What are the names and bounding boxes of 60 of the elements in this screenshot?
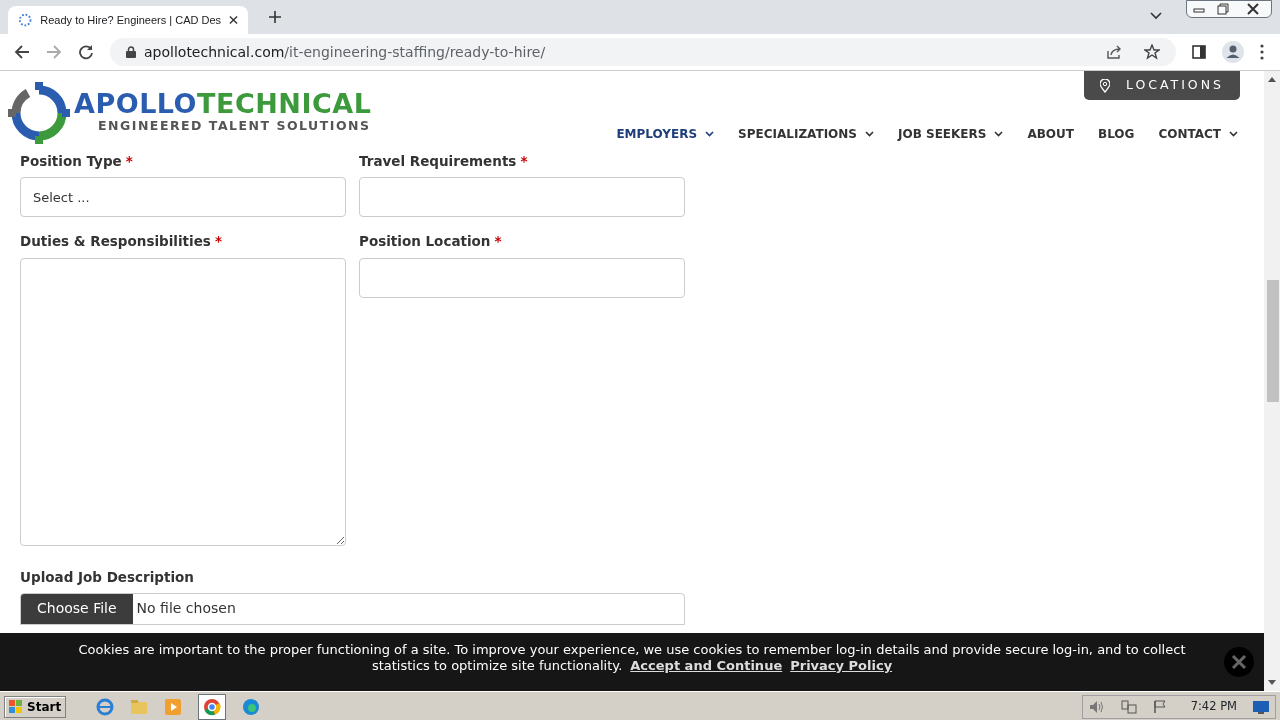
url-text: apollotechnical.com/it-engineering-staffing/ready-to-hire/ [144,42,547,62]
start-button[interactable]: Start [4,695,67,718]
scrollbar[interactable] [1264,71,1280,691]
select-field[interactable]: Select ... [20,177,346,218]
menu-icon[interactable] [1260,44,1264,60]
nav-link[interactable]: ABOUT [1027,125,1074,143]
scroll-thumb[interactable] [1267,280,1279,402]
file-status: No file chosen [136,599,236,619]
scroll-down-icon[interactable] [1268,680,1276,685]
nav-link[interactable]: BLOG [1098,125,1135,143]
chevron-down-icon [994,131,1004,137]
chevron-down-icon [865,131,874,137]
desktop-icon[interactable] [1253,699,1269,714]
share-icon[interactable] [1106,44,1122,60]
star-icon[interactable] [1144,44,1160,60]
chrome-icon [203,698,222,716]
chevron-down-icon [1229,131,1238,137]
logo-text: APOLLOTECHNICAL [74,90,372,118]
new-tab-icon[interactable] [268,10,282,24]
clock-text: 7:42 PM [1190,697,1237,715]
field-label: Position Type * [20,152,134,171]
lock-icon [126,46,136,58]
file-input[interactable]: Choose File No file chosen [20,592,685,625]
input-field[interactable] [359,257,685,298]
field-label: Position Location * [359,232,503,252]
pin-icon [1099,78,1110,93]
nav-link[interactable]: EMPLOYERS [616,125,715,143]
privacy-policy-link[interactable]: Privacy Policy [790,658,893,673]
browser-e-icon[interactable] [96,697,115,716]
locations-button[interactable]: LOCATIONS [1083,71,1240,100]
nav-link[interactable]: CONTACT [1158,125,1238,143]
chrome-taskbar-button[interactable] [198,693,227,720]
windows-flag-icon [9,699,23,714]
flag-icon[interactable] [1152,699,1167,714]
choose-file-button[interactable]: Choose File [21,593,133,624]
back-icon[interactable] [14,44,30,60]
loading-icon [18,12,33,28]
network-icon[interactable] [1120,699,1137,714]
logo-tagline: ENGINEERED TALENT SOLUTIONS [98,117,372,136]
chevron-down-icon[interactable] [1150,12,1162,20]
field-label: Travel Requirements * [359,152,529,171]
close-icon[interactable] [229,15,238,25]
field-label: Duties & Responsibilities * [20,232,223,252]
side-panel-icon[interactable] [1192,45,1206,59]
cookie-notice: Cookies are important to the proper functioning of a site. To improve your experience, we use cookies to remember log-in details and provide secure log-in, and to collect statistics to optimize site functionality. Accept and Continue Privacy Policy [77,642,1187,674]
accept-link[interactable]: Accept and Continue [630,658,783,673]
scroll-up-icon[interactable] [1268,77,1276,82]
address-bar[interactable]: apollotechnical.com/it-engineering-staffing/ready-to-hire/ [110,38,1176,66]
speaker-icon[interactable] [1088,699,1105,714]
nav-link[interactable]: SPECIALIZATIONS [738,125,874,143]
input-field[interactable] [359,177,685,218]
browser-tab[interactable]: Ready to Hire? Engineers | CAD Des [8,6,248,34]
edge-icon[interactable] [242,697,261,716]
reload-icon[interactable] [78,44,94,60]
nav-link[interactable]: JOB SEEKERS [898,125,1004,143]
chevron-down-icon [705,131,715,137]
field-label: Upload Job Description [20,567,195,587]
logo[interactable]: APOLLOTECHNICAL ENGINEERED TALENT SOLUTIONS [0,71,372,147]
profile-icon[interactable] [1222,41,1244,63]
gear-logo-icon [8,82,70,144]
